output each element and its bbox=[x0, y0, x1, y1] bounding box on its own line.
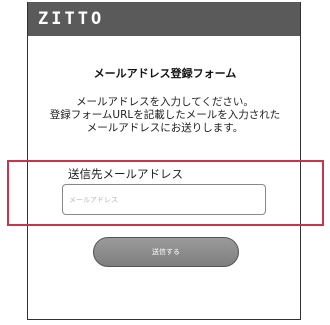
description-line: メールアドレスを入力してください。 bbox=[76, 96, 254, 108]
app-header: ZITTO bbox=[28, 2, 300, 36]
description-line: メールアドレスにお送りします。 bbox=[86, 122, 244, 134]
email-field-label: 送信先メールアドレス bbox=[68, 167, 183, 181]
submit-button[interactable]: 送信する bbox=[93, 237, 239, 267]
logo: ZITTO bbox=[38, 9, 105, 29]
form-title: メールアドレス登録フォーム bbox=[93, 67, 237, 80]
email-input[interactable] bbox=[62, 184, 266, 215]
description-line: 登録フォームURLを記載したメールを入力された bbox=[49, 109, 281, 121]
form-description: メールアドレスを入力してください。 登録フォームURLを記載したメールを入力され… bbox=[0, 96, 330, 135]
